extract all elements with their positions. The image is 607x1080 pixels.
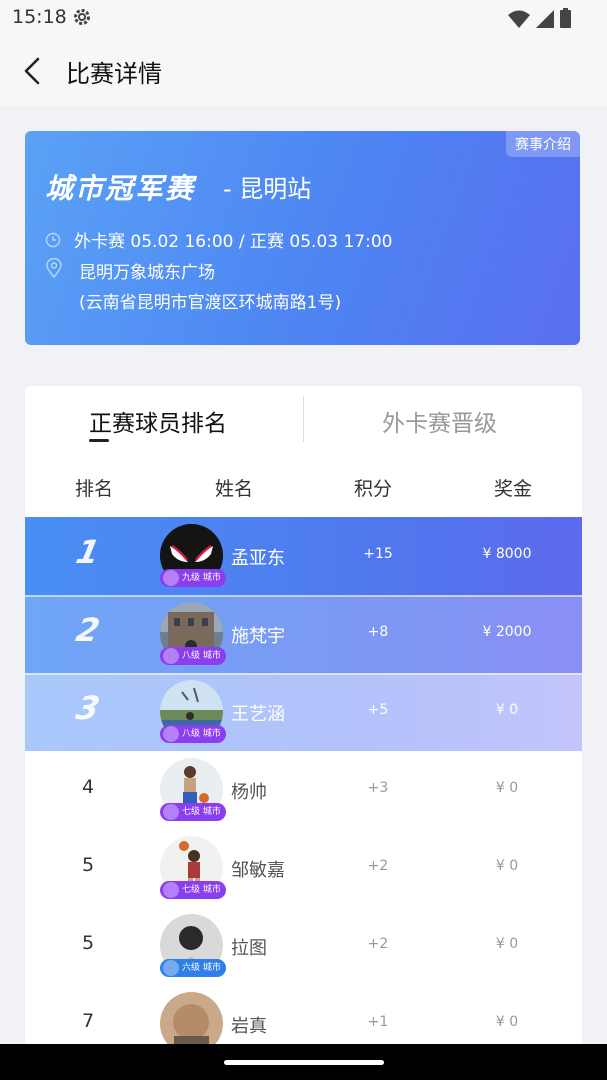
tab-main-ranking[interactable]: 正赛球员排名 — [89, 404, 227, 438]
column-header-prize: 奖金 — [493, 478, 533, 500]
back-arrow-icon[interactable] — [20, 56, 50, 86]
level-badge: 七级 城市 — [160, 881, 226, 899]
schedule-text: 外卡赛 05.02 16:00 / 正赛 05.03 17:00 — [74, 232, 393, 252]
wifi-icon — [508, 10, 530, 28]
badge-icon — [163, 648, 179, 664]
event-banner: 赛事介绍 城市冠军赛 - 昆明站 外卡赛 05.02 16:00 / 正赛 05… — [25, 131, 580, 345]
level-badge: 八级 城市 — [160, 647, 226, 665]
player-name: 王艺涵 — [231, 704, 285, 725]
table-row[interactable]: 4 七级 城市 杨帅 +3 ¥ 0 — [25, 751, 582, 829]
table-row[interactable]: 5 七级 城市 邹敏嘉 +2 ¥ 0 — [25, 829, 582, 907]
status-time: 15:18 — [12, 6, 67, 28]
level-badge: 七级 城市 — [160, 803, 226, 821]
app-header: 比赛详情 — [0, 36, 607, 106]
player-name: 杨帅 — [231, 782, 267, 803]
home-gesture-handle[interactable] — [224, 1060, 384, 1065]
table-row[interactable]: 5 六级 城市 拉图 +2 ¥ 0 — [25, 907, 582, 985]
badge-icon — [163, 570, 179, 586]
active-tab-indicator — [89, 439, 109, 442]
event-station: - 昆明站 — [223, 175, 312, 203]
signal-icon — [536, 10, 554, 28]
venue-address: (云南省昆明市官渡区环城南路1号) — [79, 293, 342, 313]
level-badge: 八级 城市 — [160, 725, 226, 743]
status-icons — [508, 8, 571, 28]
location-pin-icon — [46, 258, 62, 278]
player-name: 施梵宇 — [231, 626, 285, 647]
level-badge: 六级 城市 — [160, 959, 226, 977]
badge-icon — [163, 726, 179, 742]
player-name: 岩真 — [231, 1016, 267, 1037]
level-badge: 九级 城市 — [160, 569, 226, 587]
status-bar: 15:18 — [0, 0, 607, 36]
column-header-points: 积分 — [353, 478, 393, 500]
venue-name: 昆明万象城东广场 — [79, 263, 215, 283]
badge-icon — [163, 882, 179, 898]
table-row[interactable]: 2 八级 城市 施梵宇 +8 ¥ 2000 — [25, 595, 582, 673]
column-header-name: 姓名 — [214, 478, 254, 500]
clock-icon — [45, 232, 61, 247]
table-row[interactable]: 3 八级 城市 王艺涵 +5 ¥ 0 — [25, 673, 582, 751]
schedule-row: 外卡赛 05.02 16:00 / 正赛 05.03 17:00 — [45, 227, 392, 252]
system-nav-bar — [0, 1044, 607, 1080]
ranking-card: 正赛球员排名 外卡赛晋级 排名 姓名 积分 奖金 1 九级 城市 孟亚东 +15… — [25, 386, 582, 1080]
tab-wildcard-promotion[interactable]: 外卡赛晋级 — [382, 404, 497, 438]
player-name: 邹敏嘉 — [231, 860, 285, 881]
player-name: 拉图 — [231, 938, 267, 959]
table-row[interactable]: 1 九级 城市 孟亚东 +15 ¥ 8000 — [25, 517, 582, 595]
event-intro-tag[interactable]: 赛事介绍 — [506, 131, 580, 157]
row-divider — [25, 673, 582, 675]
badge-icon — [163, 960, 179, 976]
event-logo: 城市冠军赛 — [45, 172, 196, 205]
battery-icon — [560, 8, 571, 28]
page-title: 比赛详情 — [66, 60, 162, 88]
ranking-table: 1 九级 城市 孟亚东 +15 ¥ 8000 2 八级 城市 施梵宇 +8 ¥ … — [25, 517, 582, 1063]
column-header-rank: 排名 — [74, 478, 114, 500]
tab-divider — [303, 396, 304, 442]
badge-icon — [163, 804, 179, 820]
player-name: 孟亚东 — [231, 548, 285, 569]
settings-gear-icon — [74, 9, 90, 25]
row-divider — [25, 595, 582, 597]
